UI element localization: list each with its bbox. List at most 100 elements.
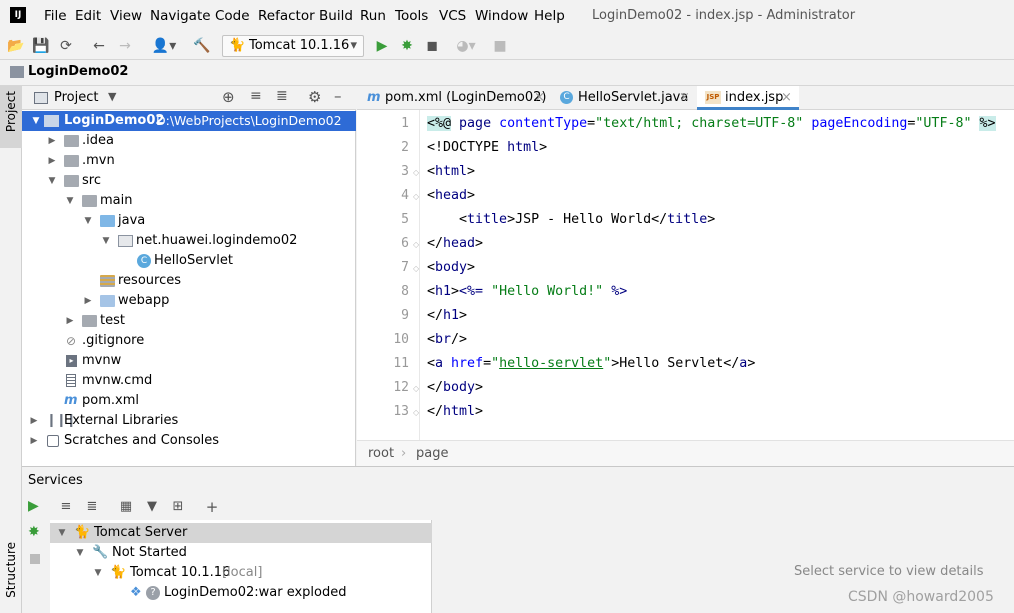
web-folder-icon [100, 295, 115, 307]
editor-tabs: m pom.xml (LoginDemo02) × C HelloServlet… [357, 86, 1014, 110]
services-tree: ▼ 🐈 Tomcat Server ▼ 🔧 Not Started ▼ 🐈 To… [50, 520, 432, 613]
run-icon[interactable]: ▶ [28, 498, 39, 514]
structure-tool-tab[interactable]: Structure [0, 536, 22, 613]
expand-all-icon[interactable]: ≡ [56, 494, 76, 520]
chevron-right-icon[interactable]: ▶ [46, 131, 58, 151]
project-view-label[interactable]: Project [54, 90, 98, 105]
back-icon[interactable]: ← [89, 32, 109, 60]
tree-item-mvnw[interactable]: ▸ mvnw [22, 351, 356, 371]
chevron-right-icon[interactable]: ▶ [82, 291, 94, 311]
tree-item-logindemo02[interactable]: ▼ LoginDemo02 D:\WebProjects\LoginDemo02 [22, 111, 356, 131]
menu-window[interactable]: Window [475, 8, 528, 24]
chevron-down-icon[interactable]: ▼ [74, 543, 86, 563]
coverage-icon[interactable]: ◼ [422, 32, 442, 60]
debug-icon[interactable]: ✸ [28, 524, 40, 540]
chevron-down-icon[interactable]: ▼ [64, 191, 76, 211]
menu-refactor[interactable]: Refactor [258, 8, 315, 24]
tree-item-java[interactable]: ▼ java [22, 211, 356, 231]
tab-pom-xml[interactable]: m pom.xml (LoginDemo02) × [357, 86, 549, 110]
menu-build[interactable]: Build [319, 8, 353, 24]
chevron-down-icon[interactable]: ▼ [82, 211, 94, 231]
tree-item-mvnw-cmd[interactable]: mvnw.cmd [22, 371, 356, 391]
synchronize-icon[interactable]: ⟳ [56, 32, 76, 60]
tree-item-pom[interactable]: m pom.xml [22, 391, 356, 411]
breadcrumb-page[interactable]: page [416, 446, 448, 461]
chevron-down-icon[interactable]: ▼ [92, 563, 104, 583]
filter-icon[interactable]: ▼ [142, 494, 162, 520]
close-icon[interactable]: × [534, 86, 545, 110]
script-file-icon: ▸ [66, 355, 77, 367]
open-folder-icon[interactable]: 📂 [6, 32, 26, 60]
tree-item-scratches[interactable]: ▶ Scratches and Consoles [22, 431, 356, 451]
stop-icon[interactable] [30, 554, 40, 564]
menu-help[interactable]: Help [534, 8, 565, 24]
tab-helloservlet-java[interactable]: C HelloServlet.java × [552, 86, 697, 110]
chevron-down-icon[interactable]: ▼ [108, 90, 116, 103]
project-tool-tab[interactable]: Project [0, 86, 22, 148]
chevron-right-icon[interactable]: ▶ [64, 311, 76, 331]
service-label: Tomcat Server [94, 525, 188, 540]
tree-item-main[interactable]: ▼ main [22, 191, 356, 211]
menu-code[interactable]: Code [215, 8, 250, 24]
add-service-icon[interactable]: + [202, 494, 222, 520]
breadcrumb: root › page [357, 440, 1014, 466]
tree-item-webapp[interactable]: ▶ webapp [22, 291, 356, 311]
menu-view[interactable]: View [110, 8, 142, 24]
chevron-down-icon[interactable]: ▼ [56, 523, 68, 543]
tree-item-src[interactable]: ▼ src [22, 171, 356, 191]
tree-item-helloservlet[interactable]: C HelloServlet [22, 251, 356, 271]
tree-item-external-libraries[interactable]: ▶ ❙❙❙ External Libraries [22, 411, 356, 431]
gitignore-file-icon: ⊘ [66, 334, 77, 348]
folder-icon [64, 135, 79, 147]
close-icon[interactable]: × [679, 86, 690, 110]
tab-index-jsp[interactable]: JSP index.jsp × [697, 86, 799, 110]
tab-label: index.jsp [725, 90, 784, 105]
service-label: Tomcat 10.1.16 [130, 565, 231, 580]
group-by-icon[interactable]: ▦ [116, 494, 136, 520]
code-editor[interactable]: <%@ page contentType="text/html; charset… [419, 110, 1014, 440]
tree-item-package[interactable]: ▼ net.huawei.logindemo02 [22, 231, 356, 251]
user-menu-icon[interactable]: 👤▾ [150, 32, 178, 60]
forward-icon[interactable]: → [115, 32, 135, 60]
service-tomcat-server[interactable]: ▼ 🐈 Tomcat Server [50, 523, 432, 543]
breadcrumb-root[interactable]: root [368, 446, 394, 461]
tree-item-gitignore[interactable]: ⊘ .gitignore [22, 331, 356, 351]
menu-run[interactable]: Run [360, 8, 386, 24]
locate-file-icon[interactable]: ⊕ [222, 88, 235, 106]
expand-all-icon[interactable]: ≡ [250, 88, 262, 104]
chevron-right-icon[interactable]: ▶ [28, 411, 40, 431]
collapse-all-icon[interactable]: ≣ [82, 494, 102, 520]
tree-item-test[interactable]: ▶ test [22, 311, 356, 331]
menu-vcs[interactable]: VCS [439, 8, 466, 24]
chevron-right-icon[interactable]: ▶ [46, 151, 58, 171]
nav-project-label[interactable]: LoginDemo02 [28, 64, 128, 79]
service-tomcat-instance[interactable]: ▼ 🐈 Tomcat 10.1.16 [local] [50, 563, 432, 583]
run-configuration-label: Tomcat 10.1.16 [249, 38, 350, 53]
new-tab-icon[interactable]: ⊞ [168, 494, 188, 520]
tree-item-resources[interactable]: resources [22, 271, 356, 291]
tree-item-idea[interactable]: ▶ .idea [22, 131, 356, 151]
debug-icon[interactable]: ✸ [397, 32, 417, 60]
tree-item-mvn[interactable]: ▶ .mvn [22, 151, 356, 171]
menu-navigate[interactable]: Navigate [150, 8, 211, 24]
close-icon[interactable]: × [781, 86, 792, 110]
build-hammer-icon[interactable]: 🔨 [192, 32, 212, 60]
run-icon[interactable]: ▶ [372, 32, 392, 60]
menu-edit[interactable]: Edit [75, 8, 101, 24]
service-artifact[interactable]: ❖ ? LoginDemo02:war exploded [50, 583, 432, 603]
hide-panel-icon[interactable]: – [334, 87, 342, 105]
stop-icon[interactable]: ■ [490, 32, 510, 60]
collapse-all-icon[interactable]: ≣ [276, 88, 288, 104]
menu-file[interactable]: File [44, 8, 67, 24]
profiler-icon[interactable]: ◕▾ [450, 32, 482, 60]
service-not-started[interactable]: ▼ 🔧 Not Started [50, 543, 432, 563]
gear-icon[interactable]: ⚙ [308, 88, 321, 106]
chevron-down-icon[interactable]: ▼ [30, 111, 42, 131]
chevron-down-icon[interactable]: ▼ [100, 231, 112, 251]
source-folder-icon [100, 215, 115, 227]
chevron-right-icon[interactable]: ▶ [28, 431, 40, 451]
run-configuration-select[interactable]: 🐈 Tomcat 10.1.16 ▾ [222, 35, 364, 57]
save-all-icon[interactable]: 💾 [31, 32, 51, 60]
chevron-down-icon[interactable]: ▼ [46, 171, 58, 191]
menu-tools[interactable]: Tools [395, 8, 428, 24]
